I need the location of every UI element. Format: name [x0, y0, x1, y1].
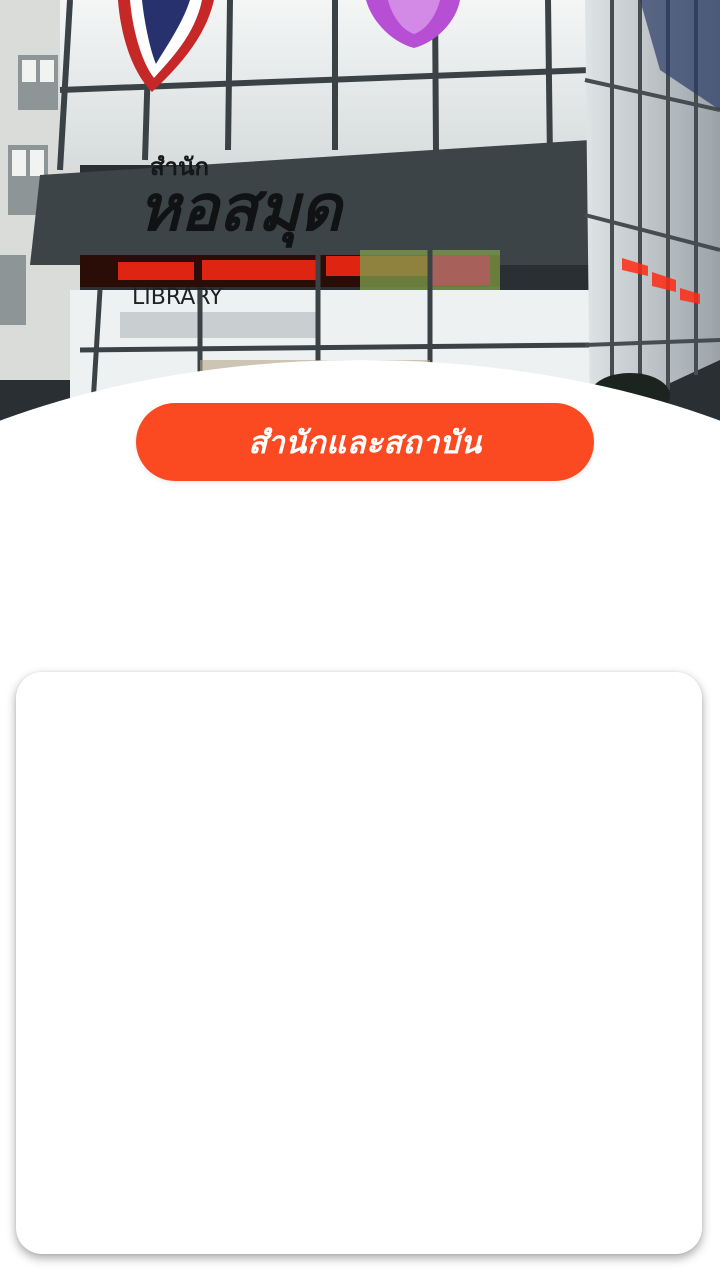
sign-main-text: หอสมุด: [138, 172, 345, 248]
screen: สำนัก หอสมุด LIBRARY สำนักและสถาบัน: [0, 0, 720, 1280]
section-title-label: สำนักและสถาบัน: [248, 425, 482, 461]
library-building-photo: สำนัก หอสมุด LIBRARY: [0, 0, 720, 460]
sign-english-text: LIBRARY: [132, 285, 223, 310]
content-card: [16, 672, 702, 1254]
section-title-button[interactable]: สำนักและสถาบัน: [136, 403, 594, 481]
